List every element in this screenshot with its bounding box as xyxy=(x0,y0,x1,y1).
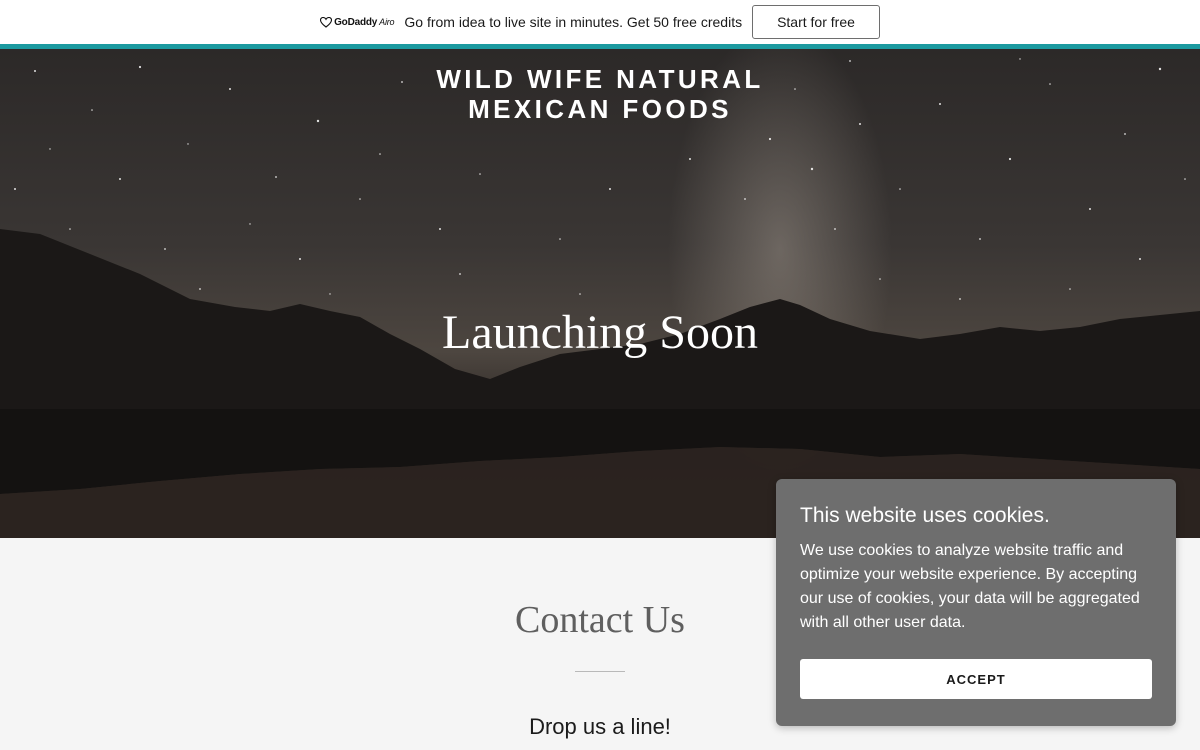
site-title-line-1: WILD WIFE NATURAL xyxy=(436,64,764,94)
cookie-banner-body: We use cookies to analyze website traffi… xyxy=(800,542,1140,631)
hero-section: WILD WIFE NATURAL MEXICAN FOODS Launchin… xyxy=(0,49,1200,538)
logo-text: GoDaddy xyxy=(334,16,378,28)
godaddy-logo[interactable]: GoDaddy Airo xyxy=(320,16,395,28)
cookie-banner-title: This website uses cookies. xyxy=(800,504,1050,527)
accept-cookies-button[interactable]: ACCEPT xyxy=(800,659,1152,699)
site-title[interactable]: WILD WIFE NATURAL MEXICAN FOODS xyxy=(0,64,1200,124)
site-title-line-2: MEXICAN FOODS xyxy=(468,94,732,124)
section-divider xyxy=(575,671,625,672)
logo-sub-text: Airo xyxy=(379,17,395,27)
start-for-free-button[interactable]: Start for free xyxy=(752,5,880,39)
promo-bar: GoDaddy Airo Go from idea to live site i… xyxy=(0,0,1200,49)
godaddy-heart-icon xyxy=(320,16,333,28)
cookie-consent-banner: This website uses cookies. We use cookie… xyxy=(776,479,1176,726)
promo-message: Go from idea to live site in minutes. Ge… xyxy=(404,14,743,30)
launching-soon-heading: Launching Soon xyxy=(442,306,758,359)
